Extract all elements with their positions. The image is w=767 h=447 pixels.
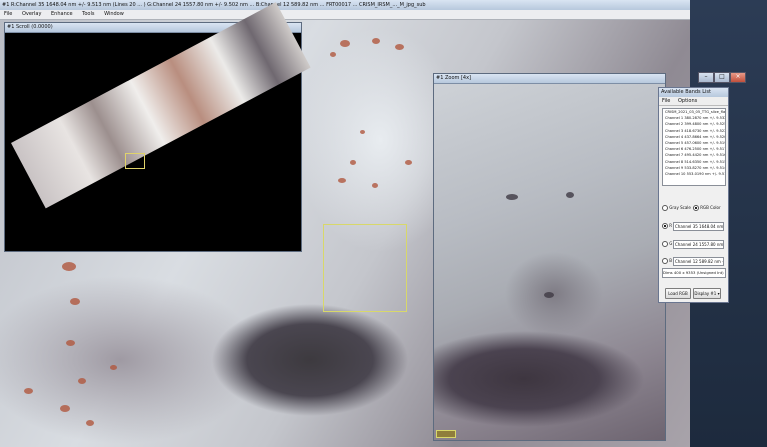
band-list[interactable]: CRISM_2021_03_05_TTG_slice_flat.sli Chan… <box>662 108 726 186</box>
terrain-spot <box>544 292 554 298</box>
terrain-spot <box>395 44 404 50</box>
main-menubar: File Overlay Enhance Tools Window <box>0 10 690 20</box>
band-item[interactable]: Channel 10 553.0190 nm +/- 9.513nm <box>663 171 725 177</box>
dims-readout: Dims 400 x 9353 (Unsigned Int) [BSP] <box>662 268 726 278</box>
terrain-spot <box>350 160 356 165</box>
green-channel-field[interactable]: Channel 24 1557.80 nm +/- 9.502 n <box>673 240 724 249</box>
gray-scale-option[interactable]: Gray Scale <box>662 205 691 211</box>
band-item[interactable]: Channel 2 399.4800 nm +/- 9.525nm <box>663 121 725 127</box>
gray-scale-radio[interactable] <box>662 205 668 211</box>
red-channel-row[interactable]: R Channel 35 1648.04 nm +/- 9.513 n <box>662 221 724 231</box>
terrain-spot <box>330 52 336 57</box>
terrain-spot <box>24 388 33 394</box>
bands-menu-file[interactable]: File <box>662 98 670 104</box>
band-item[interactable]: Channel 8 514.6350 nm +/- 9.515nm <box>663 159 725 165</box>
green-channel-row[interactable]: G Channel 24 1557.80 nm +/- 9.502 n <box>662 239 724 249</box>
bands-menubar: File Options <box>659 97 728 106</box>
scroll-image-strip <box>11 2 311 209</box>
terrain-spot <box>60 405 70 412</box>
red-channel-field[interactable]: Channel 35 1648.04 nm +/- 9.513 n <box>673 222 724 231</box>
blue-channel-row[interactable]: B Channel 12 589.82 nm +/- 9.502 n <box>662 256 724 266</box>
menu-overlay[interactable]: Overlay <box>22 11 41 17</box>
zoom-window[interactable]: #1 Zoom [4x] <box>433 73 666 441</box>
rgb-color-option[interactable]: RGB Color <box>693 205 721 211</box>
available-bands-window[interactable]: Available Bands List File Options CRISM_… <box>658 87 729 303</box>
maximize-icon[interactable]: □ <box>714 72 730 83</box>
terrain-spot <box>566 192 574 198</box>
blue-label: B <box>669 258 673 263</box>
terrain-spot <box>110 365 117 370</box>
display-dropdown[interactable]: Display #1 ▾ <box>693 288 721 299</box>
rgb-color-radio[interactable] <box>693 205 699 211</box>
scroll-region-box[interactable] <box>125 153 145 169</box>
scroll-window[interactable]: #1 Scroll (0.0000) <box>4 2 311 252</box>
zoom-region-box[interactable] <box>323 224 407 312</box>
terrain-spot <box>506 194 518 200</box>
red-label: R <box>669 223 673 228</box>
band-item[interactable]: Channel 7 495.4420 nm +/- 9.516nm <box>663 152 725 158</box>
terrain-spot <box>405 160 412 165</box>
terrain-spot <box>338 178 346 183</box>
terrain-spot <box>78 378 86 384</box>
terrain-spot <box>372 38 380 44</box>
minimize-icon[interactable]: – <box>698 72 714 83</box>
blue-channel-field[interactable]: Channel 12 589.82 nm +/- 9.502 n <box>673 257 724 266</box>
green-radio[interactable] <box>662 241 668 247</box>
zoom-window-title: #1 Zoom [4x] <box>434 74 665 84</box>
terrain-spot <box>372 183 378 188</box>
band-item[interactable]: Channel 3 418.6730 nm +/- 9.522nm <box>663 128 725 134</box>
zoom-indicator <box>436 430 456 438</box>
menu-tools[interactable]: Tools <box>82 11 94 17</box>
main-image-window[interactable]: #1 R:Channel 35 1648.04 nm +/- 9.513 nm … <box>0 0 690 447</box>
red-radio[interactable] <box>662 223 668 229</box>
green-label: G <box>669 241 673 246</box>
terrain-spot <box>62 262 76 271</box>
gray-scale-label: Gray Scale <box>669 205 691 210</box>
bands-menu-options[interactable]: Options <box>678 98 697 104</box>
terrain-spot <box>66 340 75 346</box>
menu-enhance[interactable]: Enhance <box>51 11 73 17</box>
menu-window[interactable]: Window <box>104 11 124 17</box>
terrain-spot <box>86 420 94 426</box>
terrain-spot <box>360 130 365 134</box>
terrain-spot <box>70 298 80 305</box>
blue-radio[interactable] <box>662 258 668 264</box>
menu-file[interactable]: File <box>4 11 12 17</box>
rgb-color-label: RGB Color <box>700 205 721 210</box>
load-rgb-button[interactable]: Load RGB <box>665 288 691 299</box>
close-icon[interactable]: × <box>730 72 746 83</box>
terrain-spot <box>340 40 350 47</box>
